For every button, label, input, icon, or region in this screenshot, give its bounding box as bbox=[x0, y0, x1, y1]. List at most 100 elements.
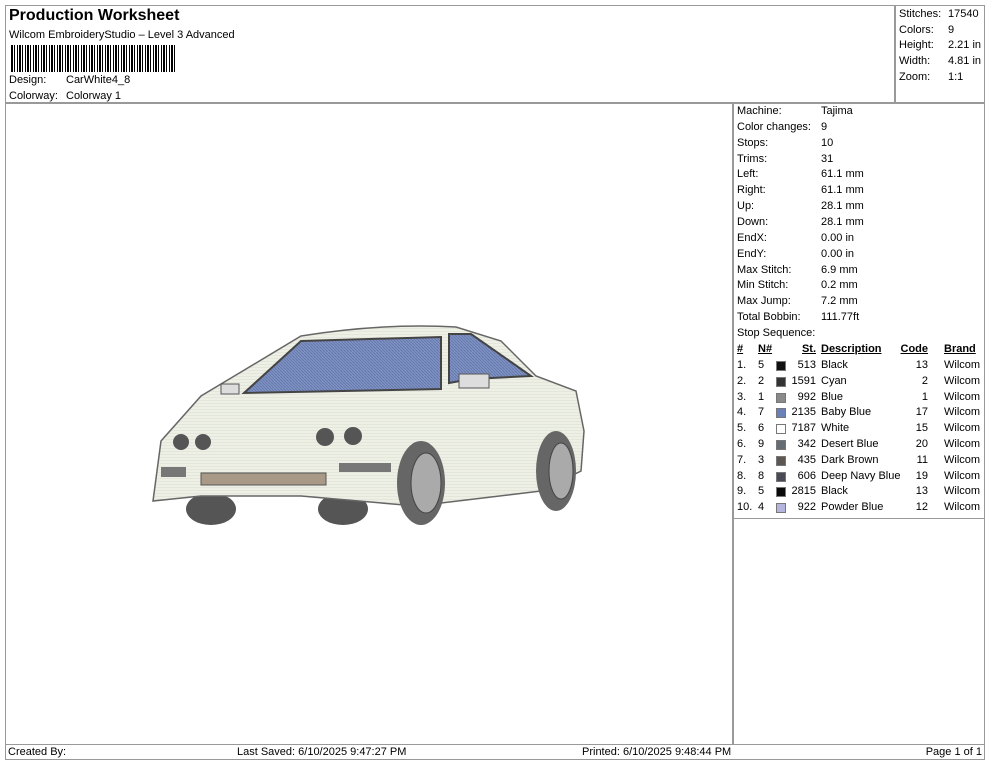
colorway-name: Colorway 1 bbox=[66, 90, 122, 102]
stop-number: 9. bbox=[737, 485, 747, 498]
needle-number: 5 bbox=[758, 485, 765, 498]
color-swatch bbox=[776, 408, 786, 419]
worksheet-header: Production Worksheet Wilcom EmbroiderySt… bbox=[5, 5, 895, 103]
thread-code: 15 bbox=[915, 422, 928, 435]
needle-number: 2 bbox=[758, 374, 765, 387]
stop-number: 10. bbox=[737, 501, 753, 514]
machine-info-row: Trims: 31 bbox=[737, 152, 833, 165]
stat-label: Zoom: bbox=[899, 70, 931, 83]
stitch-count: 922 bbox=[797, 501, 816, 514]
needle-number: 3 bbox=[758, 453, 765, 466]
thread-code: 13 bbox=[915, 359, 928, 371]
thread-brand: Wilcom bbox=[944, 485, 981, 498]
info-label: Machine: bbox=[737, 105, 782, 117]
stop-number: 8. bbox=[737, 469, 747, 482]
color-swatch bbox=[776, 361, 786, 371]
info-label: EndY: bbox=[737, 247, 767, 260]
divider bbox=[734, 518, 984, 519]
thread-code: 17 bbox=[915, 406, 928, 419]
stat-label: Stitches: bbox=[899, 8, 942, 20]
sequence-row: 5. 6 7187 White 15 Wilcom bbox=[734, 422, 984, 437]
stitch-count: 606 bbox=[797, 469, 816, 482]
info-value: 7.2 mm bbox=[821, 295, 858, 308]
page-title: Production Worksheet bbox=[9, 7, 180, 24]
machine-info-row: Stops: 10 bbox=[737, 137, 833, 149]
stop-number: 4. bbox=[737, 406, 747, 419]
info-value: 61.1 mm bbox=[821, 168, 864, 181]
col-code: Code bbox=[900, 343, 929, 355]
info-value: 0.2 mm bbox=[821, 279, 858, 292]
thread-brand: Wilcom bbox=[944, 390, 981, 403]
info-value: Tajima bbox=[821, 105, 853, 117]
thread-brand: Wilcom bbox=[944, 374, 981, 387]
color-description: Desert Blue bbox=[821, 438, 879, 450]
color-swatch bbox=[776, 487, 786, 498]
machine-info-panel: Machine: Tajima Color changes: 9 Stops: 10 Tri… bbox=[733, 103, 985, 745]
color-swatch bbox=[776, 376, 786, 387]
stitch-count: 2135 bbox=[791, 406, 816, 419]
info-label: Up: bbox=[737, 200, 755, 213]
printed-date: Printed: 6/10/2025 9:48:44 PM bbox=[582, 746, 732, 758]
stop-sequence-title: Stop Sequence: bbox=[737, 327, 816, 339]
thread-code: 20 bbox=[915, 438, 928, 450]
info-label: Max Jump: bbox=[737, 295, 791, 308]
stitch-count: 342 bbox=[797, 438, 816, 450]
info-label: EndX: bbox=[737, 231, 767, 244]
color-swatch bbox=[776, 392, 786, 403]
stat-value: 1:1 bbox=[948, 70, 964, 83]
sequence-header: # N# St. Description Code Brand bbox=[734, 343, 984, 358]
info-label: Color changes: bbox=[737, 120, 811, 133]
machine-info-row: Total Bobbin: 111.77ft bbox=[737, 311, 859, 324]
stat-value: 17540 bbox=[948, 8, 979, 20]
software-name: Wilcom EmbroideryStudio – Level 3 Advanc… bbox=[9, 29, 235, 41]
stop-number: 7. bbox=[737, 453, 747, 466]
info-label: Left: bbox=[737, 168, 759, 181]
thread-brand: Wilcom bbox=[944, 359, 981, 371]
stat-label: Colors: bbox=[899, 23, 934, 36]
needle-number: 4 bbox=[758, 501, 765, 514]
thread-code: 1 bbox=[921, 390, 928, 403]
machine-info-row: Color changes: 9 bbox=[737, 120, 827, 133]
info-label: Trims: bbox=[737, 152, 768, 165]
color-description: Blue bbox=[821, 390, 844, 403]
color-swatch bbox=[776, 471, 786, 482]
color-description: Cyan bbox=[821, 374, 847, 387]
info-value: 111.77ft bbox=[821, 311, 860, 324]
info-value: 0.00 in bbox=[821, 231, 855, 244]
machine-info-row: Machine: Tajima bbox=[737, 105, 853, 117]
needle-number: 1 bbox=[758, 390, 765, 403]
color-description: Black bbox=[821, 485, 848, 498]
thread-code: 13 bbox=[915, 485, 928, 498]
info-value: 10 bbox=[821, 136, 834, 149]
sequence-row: 6. 9 342 Desert Blue 20 Wilcom bbox=[734, 438, 984, 453]
thread-brand: Wilcom bbox=[944, 453, 981, 466]
stop-number: 3. bbox=[737, 390, 747, 403]
info-value: 9 bbox=[821, 120, 828, 133]
machine-info-row: EndY: 0.00 in bbox=[737, 247, 854, 260]
needle-number: 7 bbox=[758, 406, 765, 419]
info-label: Total Bobbin: bbox=[737, 311, 801, 324]
stitch-count: 435 bbox=[797, 453, 816, 466]
machine-info-row: Left: 61.1 mm bbox=[737, 168, 864, 181]
needle-number: 8 bbox=[758, 469, 765, 482]
needle-number: 5 bbox=[758, 359, 765, 371]
color-swatch bbox=[776, 440, 786, 450]
machine-info-row: Max Jump: 7.2 mm bbox=[737, 295, 858, 308]
thread-code: 2 bbox=[921, 374, 928, 387]
color-description: White bbox=[821, 422, 850, 435]
info-value: 31 bbox=[821, 152, 834, 165]
design-row: Design: CarWhite4_8 bbox=[9, 74, 130, 86]
stat-label: Height: bbox=[899, 39, 934, 52]
col-number: # bbox=[737, 343, 744, 355]
col-needle: N# bbox=[758, 343, 773, 355]
info-value: 0.00 in bbox=[821, 247, 855, 260]
stat-value: 2.21 in bbox=[948, 39, 982, 52]
col-stitches: St. bbox=[801, 343, 816, 355]
sequence-row: 8. 8 606 Deep Navy Blue 19 Wilcom bbox=[734, 470, 984, 485]
sequence-row: 4. 7 2135 Baby Blue 17 Wilcom bbox=[734, 406, 984, 421]
info-label: Right: bbox=[737, 184, 766, 197]
needle-number: 9 bbox=[758, 438, 765, 450]
sequence-row: 7. 3 435 Dark Brown 11 Wilcom bbox=[734, 454, 984, 469]
machine-info-row: Max Stitch: 6.9 mm bbox=[737, 264, 858, 276]
thread-code: 19 bbox=[915, 469, 928, 482]
